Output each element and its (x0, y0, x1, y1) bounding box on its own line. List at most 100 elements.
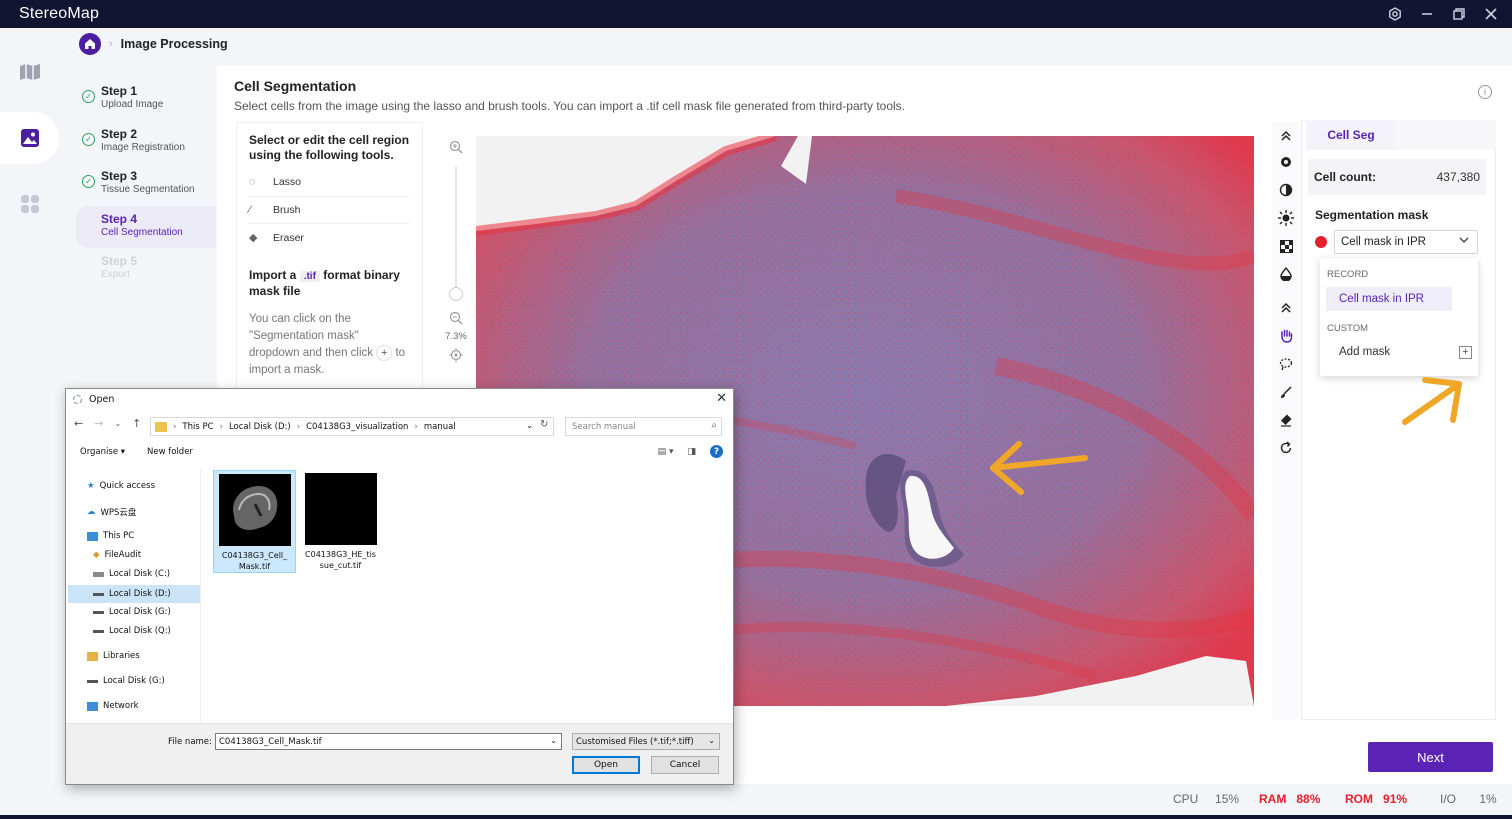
nav-item-network[interactable]: Network (87, 701, 139, 711)
path-segment[interactable]: C04138G3_visualization (306, 422, 408, 432)
brush-icon[interactable] (1276, 382, 1296, 402)
search-input[interactable]: Search manual ⌕ (565, 417, 722, 436)
dropdown-item-cell-mask[interactable]: Cell mask in IPR (1326, 287, 1452, 311)
address-chevron-icon[interactable]: ⌄ (526, 421, 533, 430)
help-icon[interactable]: ? (710, 445, 723, 458)
nav-item-disk-q[interactable]: Local Disk (Q:) (93, 626, 171, 636)
section-description: Select cells from the image using the la… (234, 99, 905, 113)
step-3[interactable]: ✓ Step 3 Tissue Segmentation (76, 163, 216, 206)
cancel-button[interactable]: Cancel (651, 756, 719, 774)
brush-tool-item[interactable]: ⁄ Brush (249, 197, 410, 224)
tif-tag: .tif (299, 270, 320, 282)
refresh-icon[interactable]: ↻ (540, 419, 548, 430)
nav-item-disk-g[interactable]: Local Disk (G:) (93, 607, 171, 617)
next-button[interactable]: Next (1368, 742, 1493, 772)
computer-icon (87, 531, 98, 541)
check-icon: ✓ (82, 132, 95, 146)
organise-menu[interactable]: Organise ▾ (80, 447, 125, 457)
collapse-up-icon[interactable] (1276, 126, 1296, 146)
nav-item-quick-access[interactable]: ★ Quick access (87, 481, 155, 491)
nav-item-wps[interactable]: ☁ WPS云盘 (87, 506, 136, 518)
file-name-input[interactable]: C04138G3_Cell_Mask.tif ⌄ (215, 733, 562, 750)
eraser-tool-item[interactable]: ◆ Eraser (249, 224, 410, 252)
path-segment[interactable]: This PC (182, 422, 213, 432)
image-processing-nav-button[interactable] (0, 112, 59, 164)
up-arrow-icon[interactable]: ↑ (132, 417, 141, 430)
step-subtitle: Export (101, 269, 130, 280)
add-mask-plus-icon[interactable]: + (1459, 346, 1472, 359)
file-thumbnail (218, 474, 291, 546)
brush-icon: ⁄ (249, 203, 251, 216)
lasso-icon[interactable] (1276, 354, 1296, 374)
ram-value: 88% (1296, 792, 1321, 806)
dialog-close-icon[interactable]: ✕ (716, 391, 727, 406)
zoom-out-icon[interactable] (448, 311, 464, 327)
contrast-icon[interactable] (1276, 180, 1296, 200)
settings-gear-icon[interactable] (1276, 152, 1296, 172)
path-segment[interactable]: manual (424, 422, 456, 432)
view-mode-icon[interactable]: ▤ ▾ (658, 447, 674, 457)
zoom-slider-handle[interactable] (449, 287, 463, 302)
close-icon[interactable] (1482, 5, 1500, 23)
breadcrumb-separator: › (109, 38, 113, 50)
rom-label: ROM (1345, 792, 1373, 806)
minimize-icon[interactable] (1418, 5, 1436, 23)
settings-icon[interactable] (1386, 5, 1404, 23)
organise-label: Organise (80, 447, 119, 457)
file-item[interactable]: C04138G3_HE_tis sue_cut.tif (299, 470, 382, 573)
tab-cell-seg[interactable]: Cell Seg (1306, 120, 1396, 150)
record-header: RECORD (1327, 269, 1369, 280)
eraser-icon: ◆ (249, 232, 258, 245)
home-icon[interactable] (79, 33, 101, 55)
nav-item-this-pc[interactable]: This PC (87, 531, 134, 541)
open-button[interactable]: Open (572, 756, 640, 774)
map-nav-button[interactable] (0, 46, 59, 98)
dialog-nav-pane: ★ Quick access ☁ WPS云盘 This PC ◆ FileAudit … (67, 469, 201, 723)
recenter-icon[interactable] (448, 348, 464, 364)
reset-icon[interactable] (1276, 438, 1296, 458)
annotation-arrow-icon (1402, 377, 1462, 425)
dialog-title-bar: Open (72, 394, 114, 405)
forward-arrow-icon[interactable]: → (94, 417, 103, 430)
cpu-label: CPU (1173, 792, 1199, 806)
opacity-drop-icon[interactable] (1276, 264, 1296, 284)
apps-nav-button[interactable] (0, 178, 59, 230)
file-type-select[interactable]: Customised Files (*.tif;*.tiff) ⌄ (572, 733, 720, 750)
brightness-icon[interactable] (1276, 208, 1296, 228)
annotation-arrow-icon (990, 441, 1088, 495)
view-controls: ▤ ▾ ◨ ? (658, 445, 723, 458)
nav-item-libraries[interactable]: Libraries (87, 651, 140, 661)
file-item[interactable]: C04138G3_Cell_ Mask.tif (213, 470, 296, 573)
lasso-tool-item[interactable]: ◌ Lasso (249, 169, 410, 197)
folder-icon (155, 421, 167, 432)
info-icon[interactable]: i (1478, 85, 1492, 99)
new-folder-button[interactable]: New folder (147, 447, 193, 457)
chevron-down-icon[interactable]: ⌄ (550, 736, 557, 745)
step-1[interactable]: ✓ Step 1 Upload Image (76, 78, 216, 121)
step-subtitle: Tissue Segmentation (101, 184, 195, 195)
address-bar[interactable]: › This PC › Local Disk (D:) › C04138G3_v… (150, 417, 554, 436)
checkerboard-icon[interactable] (1276, 236, 1296, 256)
zoom-in-icon[interactable] (448, 140, 464, 156)
zoom-slider-track[interactable] (455, 166, 457, 301)
back-arrow-icon[interactable]: ← (74, 417, 83, 430)
nav-label: Libraries (103, 651, 140, 661)
segmentation-mask-select[interactable]: Cell mask in IPR (1334, 230, 1478, 254)
collapse-up-icon[interactable] (1276, 298, 1296, 318)
step-2[interactable]: ✓ Step 2 Image Registration (76, 121, 216, 164)
add-mask-item[interactable]: Add mask (1339, 346, 1390, 358)
nav-item-disk-d[interactable]: Local Disk (D:) (68, 585, 200, 603)
mask-select-value: Cell mask in IPR (1341, 236, 1426, 248)
preview-pane-icon[interactable]: ◨ (687, 447, 696, 457)
file-name-line: sue_cut.tif (319, 561, 362, 570)
recent-chevron-icon[interactable]: ⌄ (114, 419, 121, 430)
hand-pan-icon[interactable] (1276, 325, 1296, 345)
eraser-icon[interactable] (1276, 410, 1296, 430)
nav-item-fileaudit[interactable]: ◆ FileAudit (93, 550, 141, 560)
nav-item-disk-c[interactable]: Local Disk (C:) (93, 569, 170, 579)
path-segment[interactable]: Local Disk (D:) (229, 422, 291, 432)
nav-item-network-disk-g[interactable]: Local Disk (G:) (87, 676, 165, 686)
ram-label: RAM (1259, 792, 1287, 806)
step-4[interactable]: Step 4 Cell Segmentation (76, 205, 216, 248)
maximize-icon[interactable] (1450, 5, 1468, 23)
